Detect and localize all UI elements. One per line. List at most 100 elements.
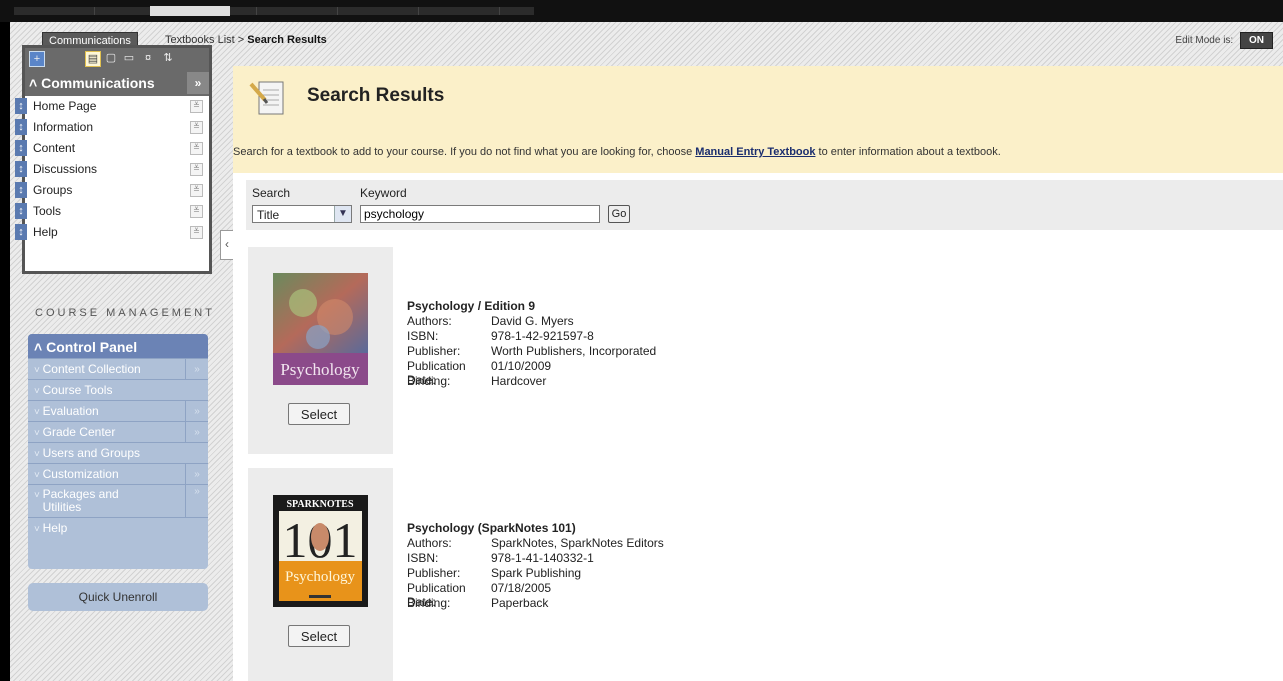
expand-arrow-icon[interactable]: » <box>185 359 208 379</box>
result-title: Psychology (SparkNotes 101) <box>407 521 576 535</box>
chevron-down-icon[interactable]: ▼ <box>334 206 351 222</box>
breadcrumb-current: Search Results <box>247 34 327 46</box>
chevron-down-icon: ˅ <box>34 470 43 481</box>
result-title: Psychology / Edition 9 <box>407 299 536 313</box>
chevron-down-icon: ˅ <box>34 428 43 439</box>
manual-entry-link[interactable]: Manual Entry Textbook <box>695 146 815 158</box>
binding-label: Binding: <box>407 374 451 388</box>
pin-icon[interactable]: ¤ <box>140 51 156 67</box>
result-card: Psychology Select <box>248 247 393 454</box>
expand-arrow-icon[interactable]: » <box>185 401 208 421</box>
context-menu-icon[interactable]: ≚ <box>190 205 203 218</box>
control-panel-title: Control Panel <box>46 339 138 355</box>
edit-mode-toggle[interactable]: Edit Mode is: ON <box>1175 32 1273 49</box>
course-menu-item[interactable]: ↕ Content ≚ <box>15 138 209 159</box>
select-button[interactable]: Select <box>288 625 350 647</box>
course-menu-item[interactable]: ↕ Tools ≚ <box>15 201 209 222</box>
folder-view-icon[interactable]: ▢ <box>103 51 119 67</box>
search-by-value: Title <box>257 208 280 222</box>
control-panel-item-label: Packages and Utilities <box>42 487 119 514</box>
context-menu-icon[interactable]: ≚ <box>190 163 203 176</box>
course-menu-header[interactable]: ˄ Communications » <box>25 72 209 96</box>
expand-arrow-icon[interactable]: » <box>185 464 208 484</box>
add-menu-item-icon[interactable]: + <box>29 51 45 67</box>
control-panel-item[interactable]: ˅ Help <box>28 517 208 538</box>
edit-mode-state[interactable]: ON <box>1240 32 1273 49</box>
chevron-down-icon: ˅ <box>34 407 43 418</box>
chevron-up-icon: ˄ <box>34 339 47 355</box>
course-menu-item[interactable]: ↕ Help ≚ <box>15 222 209 243</box>
control-panel-item[interactable]: ˅ Users and Groups <box>28 442 208 463</box>
collapse-sidebar-button[interactable]: ‹ <box>220 230 234 260</box>
edit-mode-label: Edit Mode is: <box>1175 35 1234 46</box>
result-card: SPARKNOTES 101 Psychology Select <box>248 468 393 681</box>
keyword-input[interactable] <box>360 205 600 223</box>
control-panel-item[interactable]: ˅ Customization » <box>28 463 208 484</box>
control-panel-item[interactable]: ˅ Grade Center » <box>28 421 208 442</box>
course-menu-item[interactable]: ↕ Discussions ≚ <box>15 159 209 180</box>
course-menu-item-label: Discussions <box>33 162 98 176</box>
publisher-value: Worth Publishers, Incorporated <box>491 344 657 358</box>
control-panel-item-label: Customization <box>42 467 119 481</box>
publisher-label: Publisher: <box>407 566 461 580</box>
binding-label: Binding: <box>407 596 451 610</box>
search-bar: Search Keyword Title ▼ Go <box>246 180 1283 230</box>
top-tab-active[interactable] <box>150 6 230 16</box>
quick-unenroll-button[interactable]: Quick Unenroll <box>28 583 208 611</box>
course-menu-item[interactable]: ↕ Home Page ≚ <box>15 96 209 117</box>
search-by-select[interactable]: Title ▼ <box>252 205 352 223</box>
expand-arrow-icon[interactable]: » <box>185 485 208 517</box>
control-panel-item[interactable]: ˅ Course Tools <box>28 379 208 400</box>
book-cover-image: Psychology <box>273 273 368 385</box>
drag-handle-icon[interactable]: ↕ <box>15 224 27 240</box>
context-menu-icon[interactable]: ≚ <box>190 226 203 239</box>
chevron-down-icon: ˅ <box>34 365 43 376</box>
drag-handle-icon[interactable]: ↕ <box>15 161 27 177</box>
go-button[interactable]: Go <box>608 205 630 223</box>
expand-arrow-icon[interactable]: » <box>185 422 208 442</box>
reorder-icon[interactable]: ⇅ <box>160 51 176 67</box>
pub-date-value: 01/10/2009 <box>491 359 552 373</box>
drag-handle-icon[interactable]: ↕ <box>15 182 27 198</box>
isbn-label: ISBN: <box>407 551 439 565</box>
course-menu: + ▤ ▢ ▭ ¤ ⇅ ˄ Communications » ↕ Home Pag… <box>15 45 212 274</box>
control-panel-item-label: Course Tools <box>42 383 113 397</box>
list-view-icon[interactable]: ▤ <box>85 51 101 67</box>
context-menu-icon[interactable]: ≚ <box>190 100 203 113</box>
context-menu-icon[interactable]: ≚ <box>190 121 203 134</box>
publisher-value: Spark Publishing <box>491 566 582 580</box>
course-menu-item-label: Help <box>33 225 58 239</box>
window-view-icon[interactable]: ▭ <box>121 51 137 67</box>
control-panel-item-label: Content Collection <box>42 362 141 376</box>
course-menu-item-label: Content <box>33 141 76 155</box>
chevron-down-icon: ˅ <box>34 449 43 460</box>
context-menu-icon[interactable]: ≚ <box>190 184 203 197</box>
page-header: Search Results Search for a textbook to … <box>233 66 1283 173</box>
authors-value: SparkNotes, SparkNotes Editors <box>491 536 664 550</box>
control-panel-item-label: Users and Groups <box>42 446 141 460</box>
drag-handle-icon[interactable]: ↕ <box>15 98 27 114</box>
control-panel-item-label: Grade Center <box>42 425 116 439</box>
context-menu-icon[interactable]: ≚ <box>190 142 203 155</box>
document-icon <box>249 81 284 115</box>
select-button[interactable]: Select <box>288 403 350 425</box>
control-panel-item[interactable]: ˅ Content Collection » <box>28 358 208 379</box>
collapse-menu-icon[interactable]: » <box>187 72 209 94</box>
browser-top-bar <box>0 0 1283 22</box>
drag-handle-icon[interactable]: ↕ <box>15 140 27 156</box>
instructions-before: Search for a textbook to add to your cou… <box>233 146 696 158</box>
drag-handle-icon[interactable]: ↕ <box>15 203 27 219</box>
course-menu-item-label: Tools <box>33 204 62 218</box>
chevron-up-icon: ˄ <box>29 75 38 91</box>
keyword-label: Keyword <box>360 186 407 200</box>
control-panel-item-label: Help <box>42 521 68 535</box>
search-label: Search <box>252 186 291 200</box>
course-menu-item[interactable]: ↕ Information ≚ <box>15 117 209 138</box>
drag-handle-icon[interactable]: ↕ <box>15 119 27 135</box>
control-panel-item[interactable]: ˅ Evaluation » <box>28 400 208 421</box>
control-panel-header[interactable]: ˄ Control Panel <box>28 334 208 358</box>
authors-value: David G. Myers <box>491 314 574 328</box>
control-panel-item[interactable]: ˅ Packages and Utilities » <box>28 484 208 517</box>
breadcrumb-separator: > <box>237 34 245 46</box>
course-menu-item[interactable]: ↕ Groups ≚ <box>15 180 209 201</box>
